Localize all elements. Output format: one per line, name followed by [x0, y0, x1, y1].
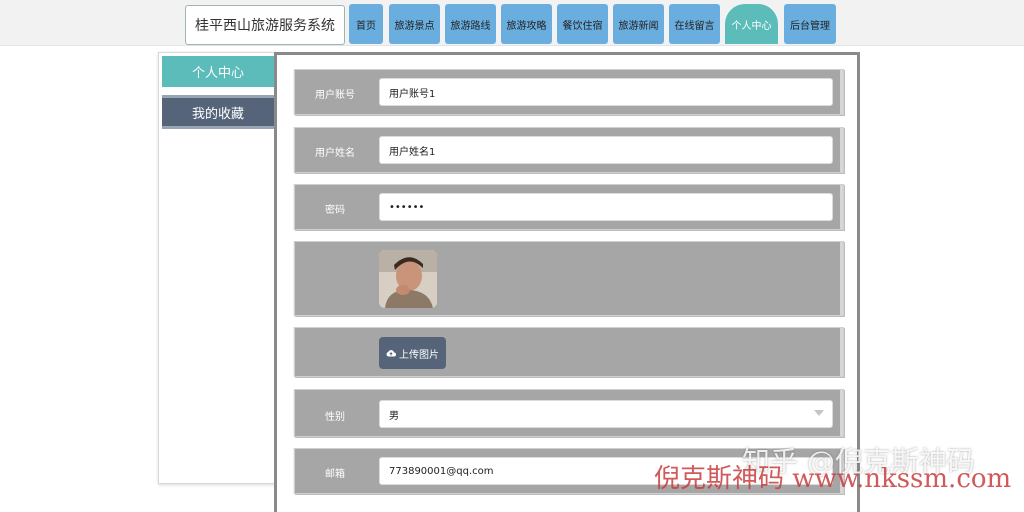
- password-label: 密码: [325, 205, 345, 216]
- site-watermark: 倪克斯神码 www.nkssm.com: [654, 464, 1012, 494]
- nav-guides[interactable]: 旅游攻略: [501, 4, 552, 44]
- upload-button-label: 上传图片: [399, 349, 439, 361]
- password-field[interactable]: ••••••: [379, 193, 833, 221]
- cloud-upload-icon: [386, 350, 396, 357]
- gender-select[interactable]: 男: [379, 400, 833, 428]
- row-divider: [840, 185, 843, 229]
- row-divider: [840, 328, 843, 376]
- nav-attractions[interactable]: 旅游景点: [389, 4, 440, 44]
- username-label: 用户账号: [315, 90, 355, 101]
- form-row-password: 密码 ••••••: [294, 184, 844, 230]
- form-row-name: 用户姓名 用户姓名1: [294, 127, 844, 173]
- upload-image-button[interactable]: 上传图片: [379, 337, 446, 369]
- chevron-down-icon: [814, 410, 824, 416]
- form-row-gender: 性别 男: [294, 389, 844, 437]
- top-navigation-bar: 桂平西山旅游服务系统 首页 旅游景点 旅游路线 旅游攻略 餐饮住宿 旅游新闻 在…: [0, 0, 1024, 46]
- username-field[interactable]: 用户账号1: [379, 78, 833, 106]
- nav-personal-center[interactable]: 个人中心: [725, 4, 778, 44]
- row-divider: [840, 390, 843, 436]
- nav-messages[interactable]: 在线留言: [669, 4, 720, 44]
- row-divider: [840, 128, 843, 172]
- avatar[interactable]: [379, 250, 437, 308]
- sidebar-item-favorites[interactable]: 我的收藏: [162, 95, 274, 129]
- name-field[interactable]: 用户姓名1: [379, 136, 833, 164]
- row-divider: [840, 70, 843, 114]
- nav-dining-lodging[interactable]: 餐饮住宿: [557, 4, 608, 44]
- avatar-photo: [379, 250, 437, 308]
- form-row-avatar: [294, 241, 844, 316]
- form-row-upload: 上传图片: [294, 327, 844, 377]
- form-row-username: 用户账号 用户账号1: [294, 69, 844, 115]
- email-label: 邮箱: [325, 469, 345, 480]
- site-title[interactable]: 桂平西山旅游服务系统: [185, 5, 345, 45]
- sidebar: 个人中心 我的收藏: [158, 52, 276, 484]
- gender-label: 性别: [325, 412, 345, 423]
- nav-routes[interactable]: 旅游路线: [445, 4, 496, 44]
- nav-admin[interactable]: 后台管理: [784, 4, 836, 44]
- gender-selected-value: 男: [389, 410, 399, 422]
- nav-news[interactable]: 旅游新闻: [613, 4, 664, 44]
- row-divider: [840, 242, 843, 315]
- nav-home[interactable]: 首页: [349, 4, 383, 44]
- name-label: 用户姓名: [315, 148, 355, 159]
- sidebar-item-personal-center[interactable]: 个人中心: [162, 56, 274, 90]
